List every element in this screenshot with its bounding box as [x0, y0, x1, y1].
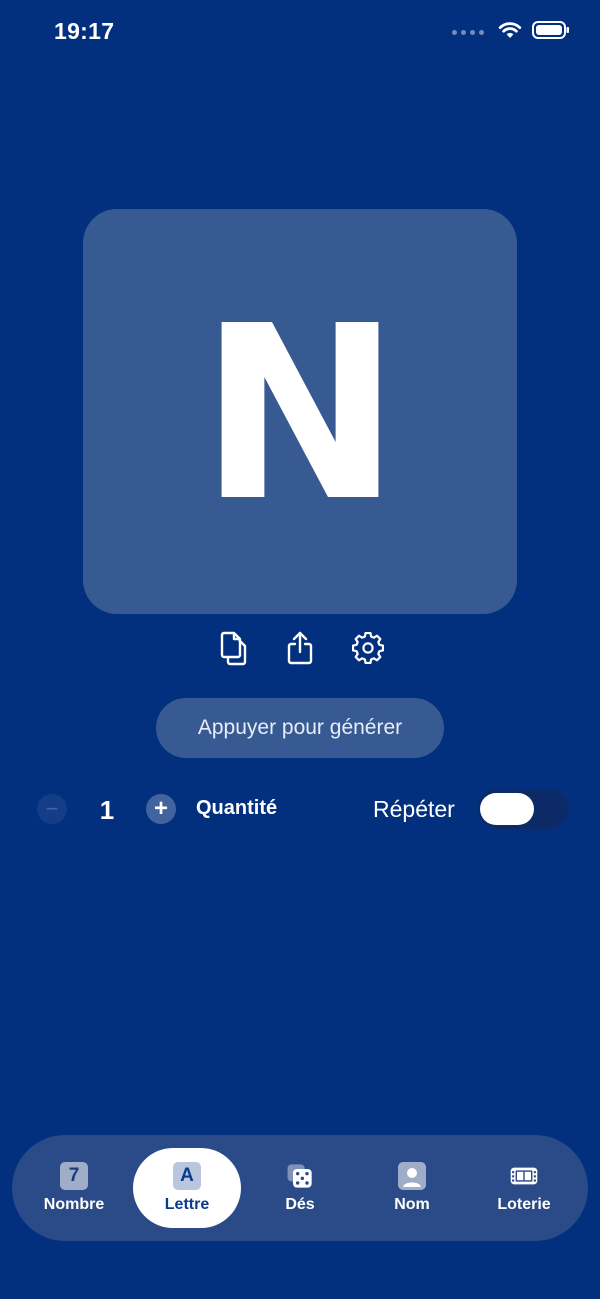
action-row [0, 628, 600, 672]
result-card[interactable]: N [83, 209, 517, 614]
wifi-icon [498, 21, 522, 44]
status-icons [452, 20, 570, 45]
quantity-increment-button[interactable]: + [146, 794, 176, 824]
number-square-icon: 7 [60, 1162, 88, 1190]
quantity-value: 1 [99, 795, 115, 825]
tab-label: Dés [285, 1196, 315, 1213]
tab-bar: 7 Nombre A Lettre Dés Nom Loterie [12, 1135, 588, 1241]
generate-button[interactable]: Appuyer pour générer [156, 698, 444, 758]
status-bar: 19:17 [0, 0, 600, 66]
tab-label: Nombre [43, 1196, 105, 1213]
tab-lettre[interactable]: A Lettre [133, 1148, 241, 1228]
copy-icon [215, 629, 247, 672]
letter-square-icon: A [173, 1162, 201, 1190]
tab-nombre[interactable]: 7 Nombre [20, 1148, 128, 1228]
tab-label: Loterie [497, 1196, 551, 1213]
share-icon [285, 630, 315, 671]
repeat-label: Répéter [373, 796, 455, 822]
gear-icon [351, 631, 385, 669]
tab-label: Nom [394, 1196, 430, 1213]
person-icon [398, 1162, 426, 1190]
tab-label: Lettre [164, 1196, 210, 1213]
dice-icon [286, 1162, 314, 1190]
tab-nom[interactable]: Nom [358, 1148, 466, 1228]
tab-loterie[interactable]: Loterie [470, 1148, 578, 1228]
settings-button[interactable] [348, 628, 388, 672]
quantity-row: − 1 + Quantité Répéter [0, 786, 600, 830]
repeat-toggle[interactable] [478, 789, 568, 829]
tab-des[interactable]: Dés [246, 1148, 354, 1228]
battery-icon [532, 20, 570, 45]
result-letter: N [199, 273, 401, 554]
repeat-toggle-knob [480, 793, 534, 825]
quantity-label: Quantité [196, 797, 278, 819]
cellular-signal-icon [452, 30, 484, 35]
ticket-icon [510, 1162, 538, 1190]
quantity-decrement-button[interactable]: − [37, 794, 67, 824]
copy-button[interactable] [211, 628, 251, 672]
status-time: 19:17 [54, 18, 115, 44]
share-button[interactable] [280, 628, 320, 672]
